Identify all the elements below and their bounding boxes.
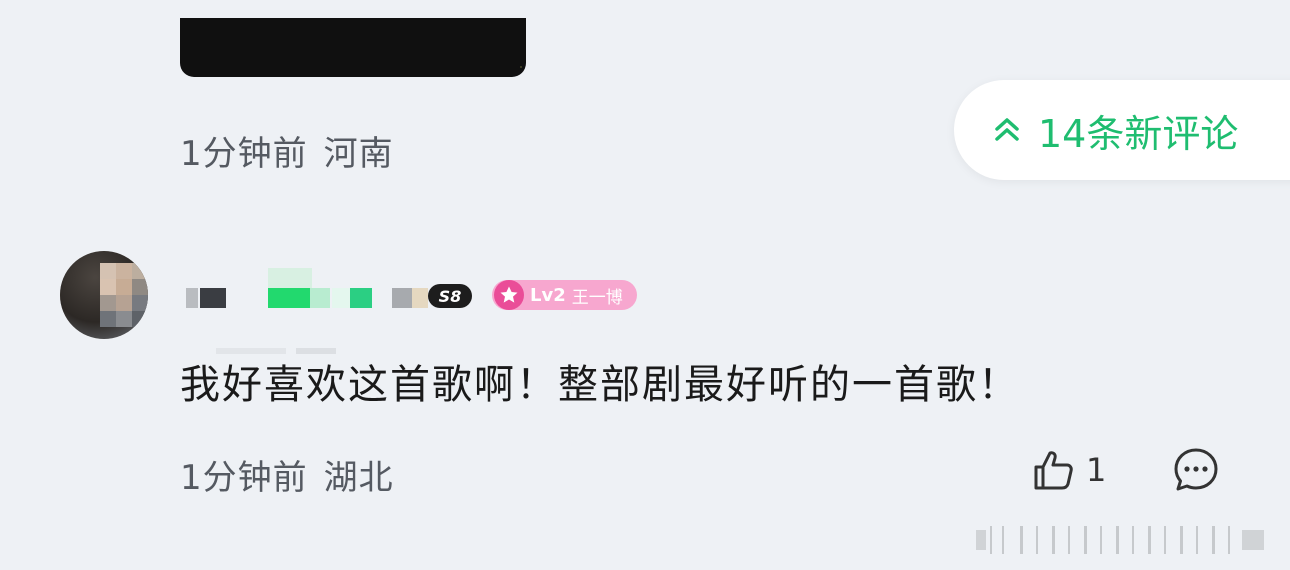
comment-location: 湖北: [323, 458, 394, 498]
username-pixelated[interactable]: [186, 264, 436, 354]
avatar[interactable]: [60, 251, 148, 339]
comment-text: 我好喜欢这首歌啊！整部剧最好听的一首歌！: [180, 362, 1020, 408]
comment-meta: 1分钟前 湖北: [180, 450, 394, 499]
fan-badge[interactable]: Lv2 王一博: [492, 280, 637, 310]
new-comments-label: 14条新评论: [1038, 111, 1239, 156]
comment-bubble-icon[interactable]: [1172, 446, 1220, 494]
star-icon: [494, 280, 524, 310]
fan-badge-level: Lv2: [530, 284, 566, 306]
video-thumbnail[interactable]: [180, 18, 526, 77]
new-comments-button[interactable]: 14条新评论: [954, 80, 1290, 180]
previous-comment-time: 1分钟前: [180, 134, 308, 174]
like-count: 1: [1086, 451, 1107, 489]
like-button[interactable]: 1: [1030, 446, 1106, 494]
avatar-mosaic: [100, 263, 148, 327]
comment-time: 1分钟前: [180, 458, 308, 498]
thumbs-up-icon: [1034, 451, 1073, 490]
thumbnail-detail: [520, 66, 522, 68]
fan-badge-name: 王一博: [571, 287, 623, 308]
double-chevron-up-icon: [990, 113, 1024, 147]
user-level-badge: S8: [428, 284, 472, 308]
previous-comment-location: 河南: [323, 134, 394, 174]
previous-comment-meta: 1分钟前 河南: [180, 126, 394, 175]
watermark: [976, 522, 1282, 556]
